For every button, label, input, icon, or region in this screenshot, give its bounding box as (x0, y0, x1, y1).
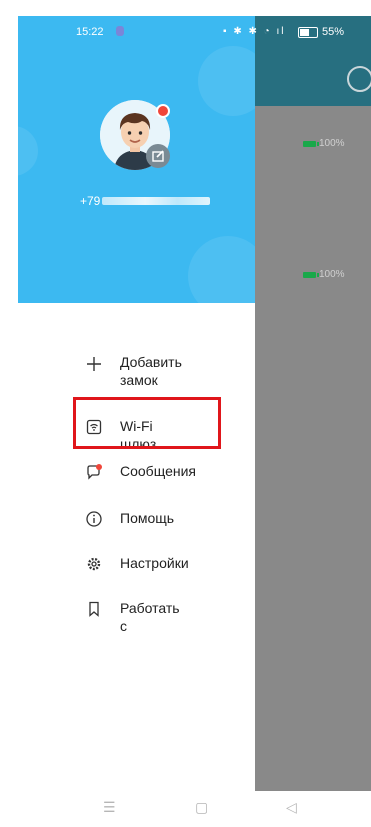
menu-item-work-with[interactable]: Работать с (84, 599, 180, 635)
notification-icon (116, 26, 124, 36)
menu-item-label: Помощь (120, 510, 175, 526)
menu-item-messages[interactable]: Сообщения (84, 462, 196, 482)
menu-item-label: Настройки (120, 555, 189, 571)
phone-prefix: +79 (80, 194, 101, 208)
home-nav-icon[interactable]: ▢ (195, 799, 208, 816)
battery-level: 55% (322, 26, 345, 38)
search-icon[interactable] (347, 66, 371, 92)
plus-icon (84, 354, 104, 374)
notification-badge (156, 104, 170, 118)
menu-item-help[interactable]: Помощь (84, 509, 174, 529)
phone-number-masked (102, 197, 211, 205)
gear-icon (84, 554, 104, 574)
system-nav-bar: ☰ ▢ ◁ (18, 791, 371, 827)
menu-item-label: Работать с (120, 600, 180, 634)
battery-percent: 100% (319, 269, 345, 280)
info-icon (84, 509, 104, 529)
battery-icon (303, 271, 319, 278)
decor-circle (188, 236, 255, 303)
battery-status-icon (298, 27, 318, 38)
battery-icon (303, 140, 319, 147)
profile-phone: +79 (80, 194, 211, 208)
battery-percent: 100% (319, 138, 345, 149)
edit-avatar-icon[interactable] (146, 144, 170, 168)
lock-battery-status: 100% (303, 138, 345, 149)
back-nav-icon[interactable]: ◁ (286, 799, 297, 816)
menu-item-add-lock[interactable]: Добавить замок (84, 354, 182, 389)
message-icon (84, 462, 104, 482)
status-indicators-icon: ▪ ✱ ✱ ◔ ıl (223, 26, 286, 37)
highlight-box (73, 397, 221, 449)
status-time: 15:22 (76, 26, 104, 38)
menu-item-settings[interactable]: Настройки (84, 554, 189, 574)
background-app-scrim[interactable]: 100% 100% (255, 16, 371, 791)
lock-battery-status: 100% (303, 269, 345, 280)
menu-item-label: Сообщения (120, 463, 196, 479)
bookmark-icon (84, 599, 104, 619)
menu-item-label: Добавить замок (120, 354, 182, 388)
decor-circle (198, 46, 255, 116)
status-bar: 15:22 ▪ ✱ ✱ ◔ ıl 55% (18, 16, 371, 46)
phone-screen: 100% 100% 15:22 ▪ ✱ ✱ ◔ ıl 55% +79 Добав… (18, 16, 371, 827)
navigation-drawer: +79 Добавить замок Wi-Fi шлюз Сообщения … (18, 16, 255, 791)
decor-circle (18, 126, 38, 176)
menu-nav-icon[interactable]: ☰ (103, 799, 116, 816)
